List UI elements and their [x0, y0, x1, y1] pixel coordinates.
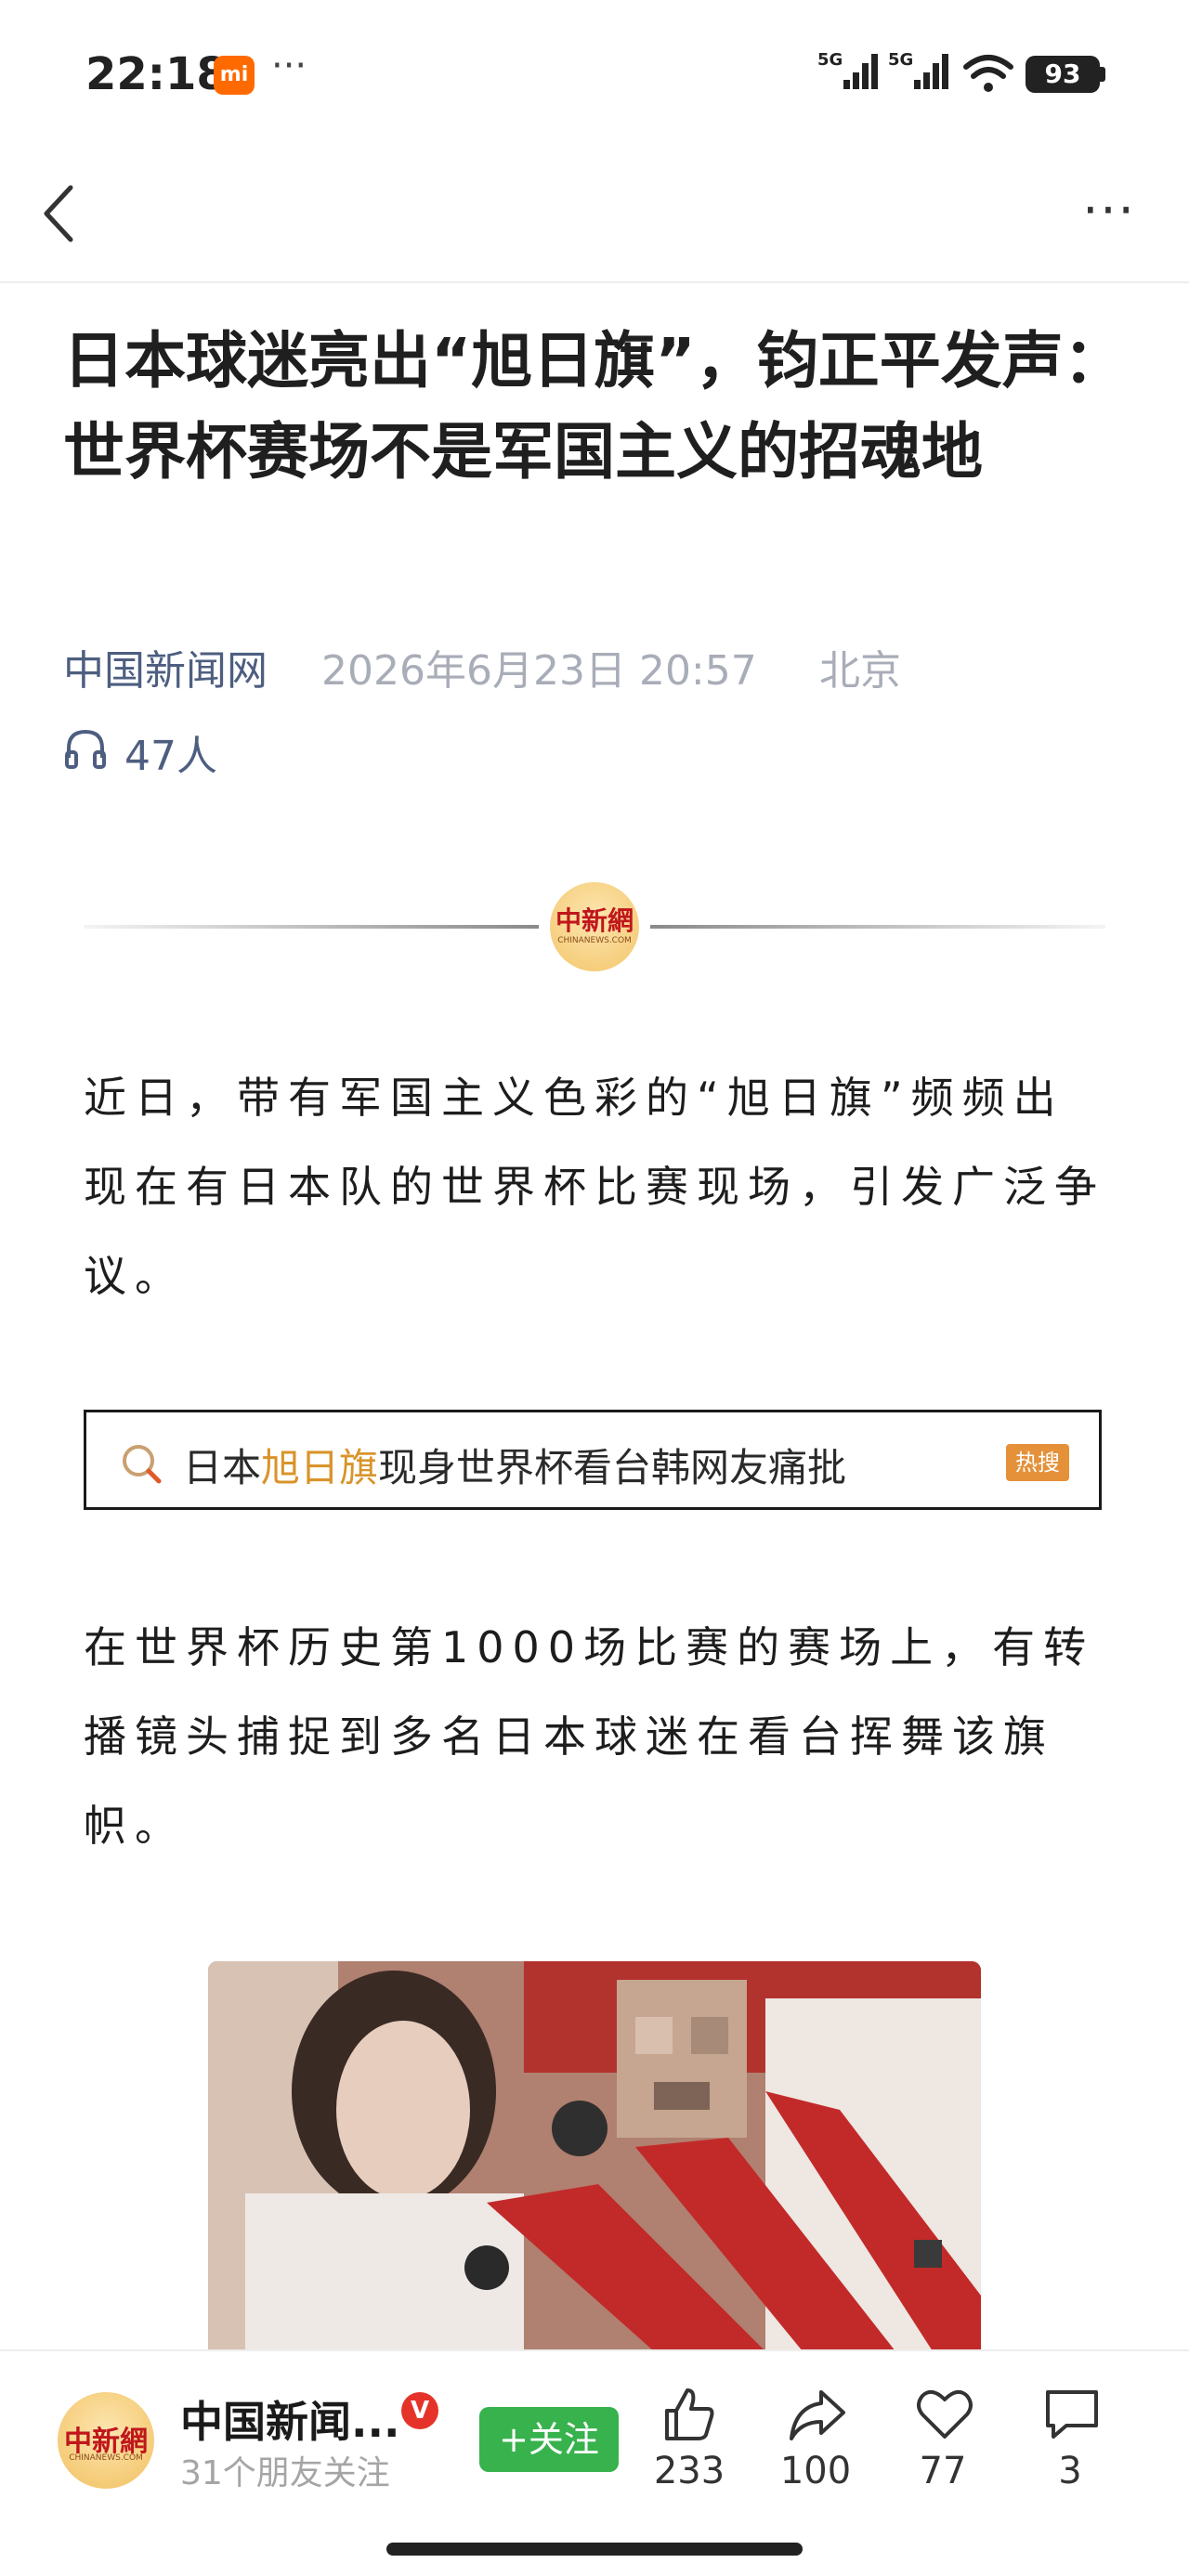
hot-search-text: 日本旭日旗现身世界杯看台韩网友痛批 — [183, 1437, 846, 1493]
like-button[interactable]: 233 — [634, 2377, 745, 2498]
like-count: 233 — [653, 2450, 725, 2492]
chevron-left-icon — [44, 185, 73, 242]
share-button[interactable]: 100 — [760, 2377, 871, 2498]
comment-icon — [1046, 2390, 1098, 2439]
share-arrow-icon — [790, 2390, 845, 2440]
chinanews-logo: 中新網 CHINANEWS.COM — [550, 882, 639, 971]
favorite-count: 77 — [919, 2450, 967, 2492]
followers-count: 31个朋友关注 — [180, 2454, 390, 2492]
status-time: 22:18 — [85, 48, 228, 100]
nav-divider — [0, 281, 1189, 283]
thumbs-up-icon — [665, 2388, 714, 2440]
wifi-icon — [963, 55, 1013, 92]
signal-1-label: 5G — [817, 50, 843, 70]
logo-subtext: CHINANEWS.COM — [557, 936, 632, 945]
comment-count: 3 — [1058, 2450, 1082, 2492]
favorite-button[interactable]: 77 — [887, 2377, 999, 2498]
status-bar: 22:18 mi ··· 5G 5G 93 — [0, 0, 1189, 149]
article-datetime: 2026年6月23日 20:57 — [321, 647, 757, 695]
hot-search-prefix: 日本 — [183, 1445, 262, 1490]
hot-search-badge: 热搜 — [1006, 1444, 1069, 1481]
listener-count[interactable]: 47人 — [124, 722, 217, 782]
pixelated-photo — [208, 1961, 981, 2351]
author-avatar[interactable]: 中新網 CHINANEWS.COM — [58, 2392, 154, 2489]
heart-icon — [917, 2389, 973, 2439]
back-button[interactable] — [37, 176, 82, 251]
hot-search-suffix: 现身世界杯看台韩网友痛批 — [378, 1445, 847, 1490]
battery-level: 93 — [1026, 56, 1100, 93]
divider-line-right — [650, 925, 1105, 929]
article-location: 北京 — [819, 647, 901, 695]
hot-search-card[interactable]: 日本旭日旗现身世界杯看台韩网友痛批 热搜 — [84, 1410, 1102, 1510]
home-indicator[interactable] — [386, 2543, 803, 2556]
divider-line-left — [84, 925, 539, 929]
verified-badge: V — [401, 2392, 438, 2429]
share-count: 100 — [779, 2450, 852, 2492]
signal-5g-icon: 5G — [888, 50, 948, 89]
headphones-icon[interactable] — [63, 726, 108, 773]
follow-button[interactable]: +关注 — [479, 2407, 619, 2472]
more-options-button[interactable]: ··· — [1072, 181, 1146, 246]
article-image[interactable] — [208, 1961, 981, 2351]
logo-text: 中新網 — [555, 905, 634, 936]
hot-search-highlight: 旭日旗 — [261, 1445, 379, 1490]
article-source[interactable]: 中国新闻网 — [63, 637, 268, 696]
article-paragraph: 近日，带有军国主义色彩的“旭日旗”频频出现在有日本队的世界杯比赛现场，引发广泛争… — [84, 1073, 1105, 1301]
signal-2-label: 5G — [888, 50, 913, 70]
comment-button[interactable]: 3 — [1014, 2377, 1126, 2498]
article-title: 日本球迷亮出“旭日旗”，钧正平发声：世界杯赛场不是军国主义的招魂地 — [63, 325, 1125, 488]
search-icon — [123, 1445, 162, 1484]
notification-more-icon: ··· — [271, 45, 307, 87]
avatar-logo-subtext: CHINANEWS.COM — [69, 2453, 143, 2463]
battery-icon — [1100, 67, 1105, 82]
article-paragraph: 在世界杯历史第1000场比赛的赛场上，有转播镜头捕捉到多名日本球迷在看台挥舞该旗… — [84, 1622, 1095, 1851]
author-name[interactable]: 中国新闻... — [180, 2388, 399, 2450]
signal-5g-icon: 5G — [817, 50, 878, 89]
mi-app-badge: mi — [214, 56, 255, 95]
